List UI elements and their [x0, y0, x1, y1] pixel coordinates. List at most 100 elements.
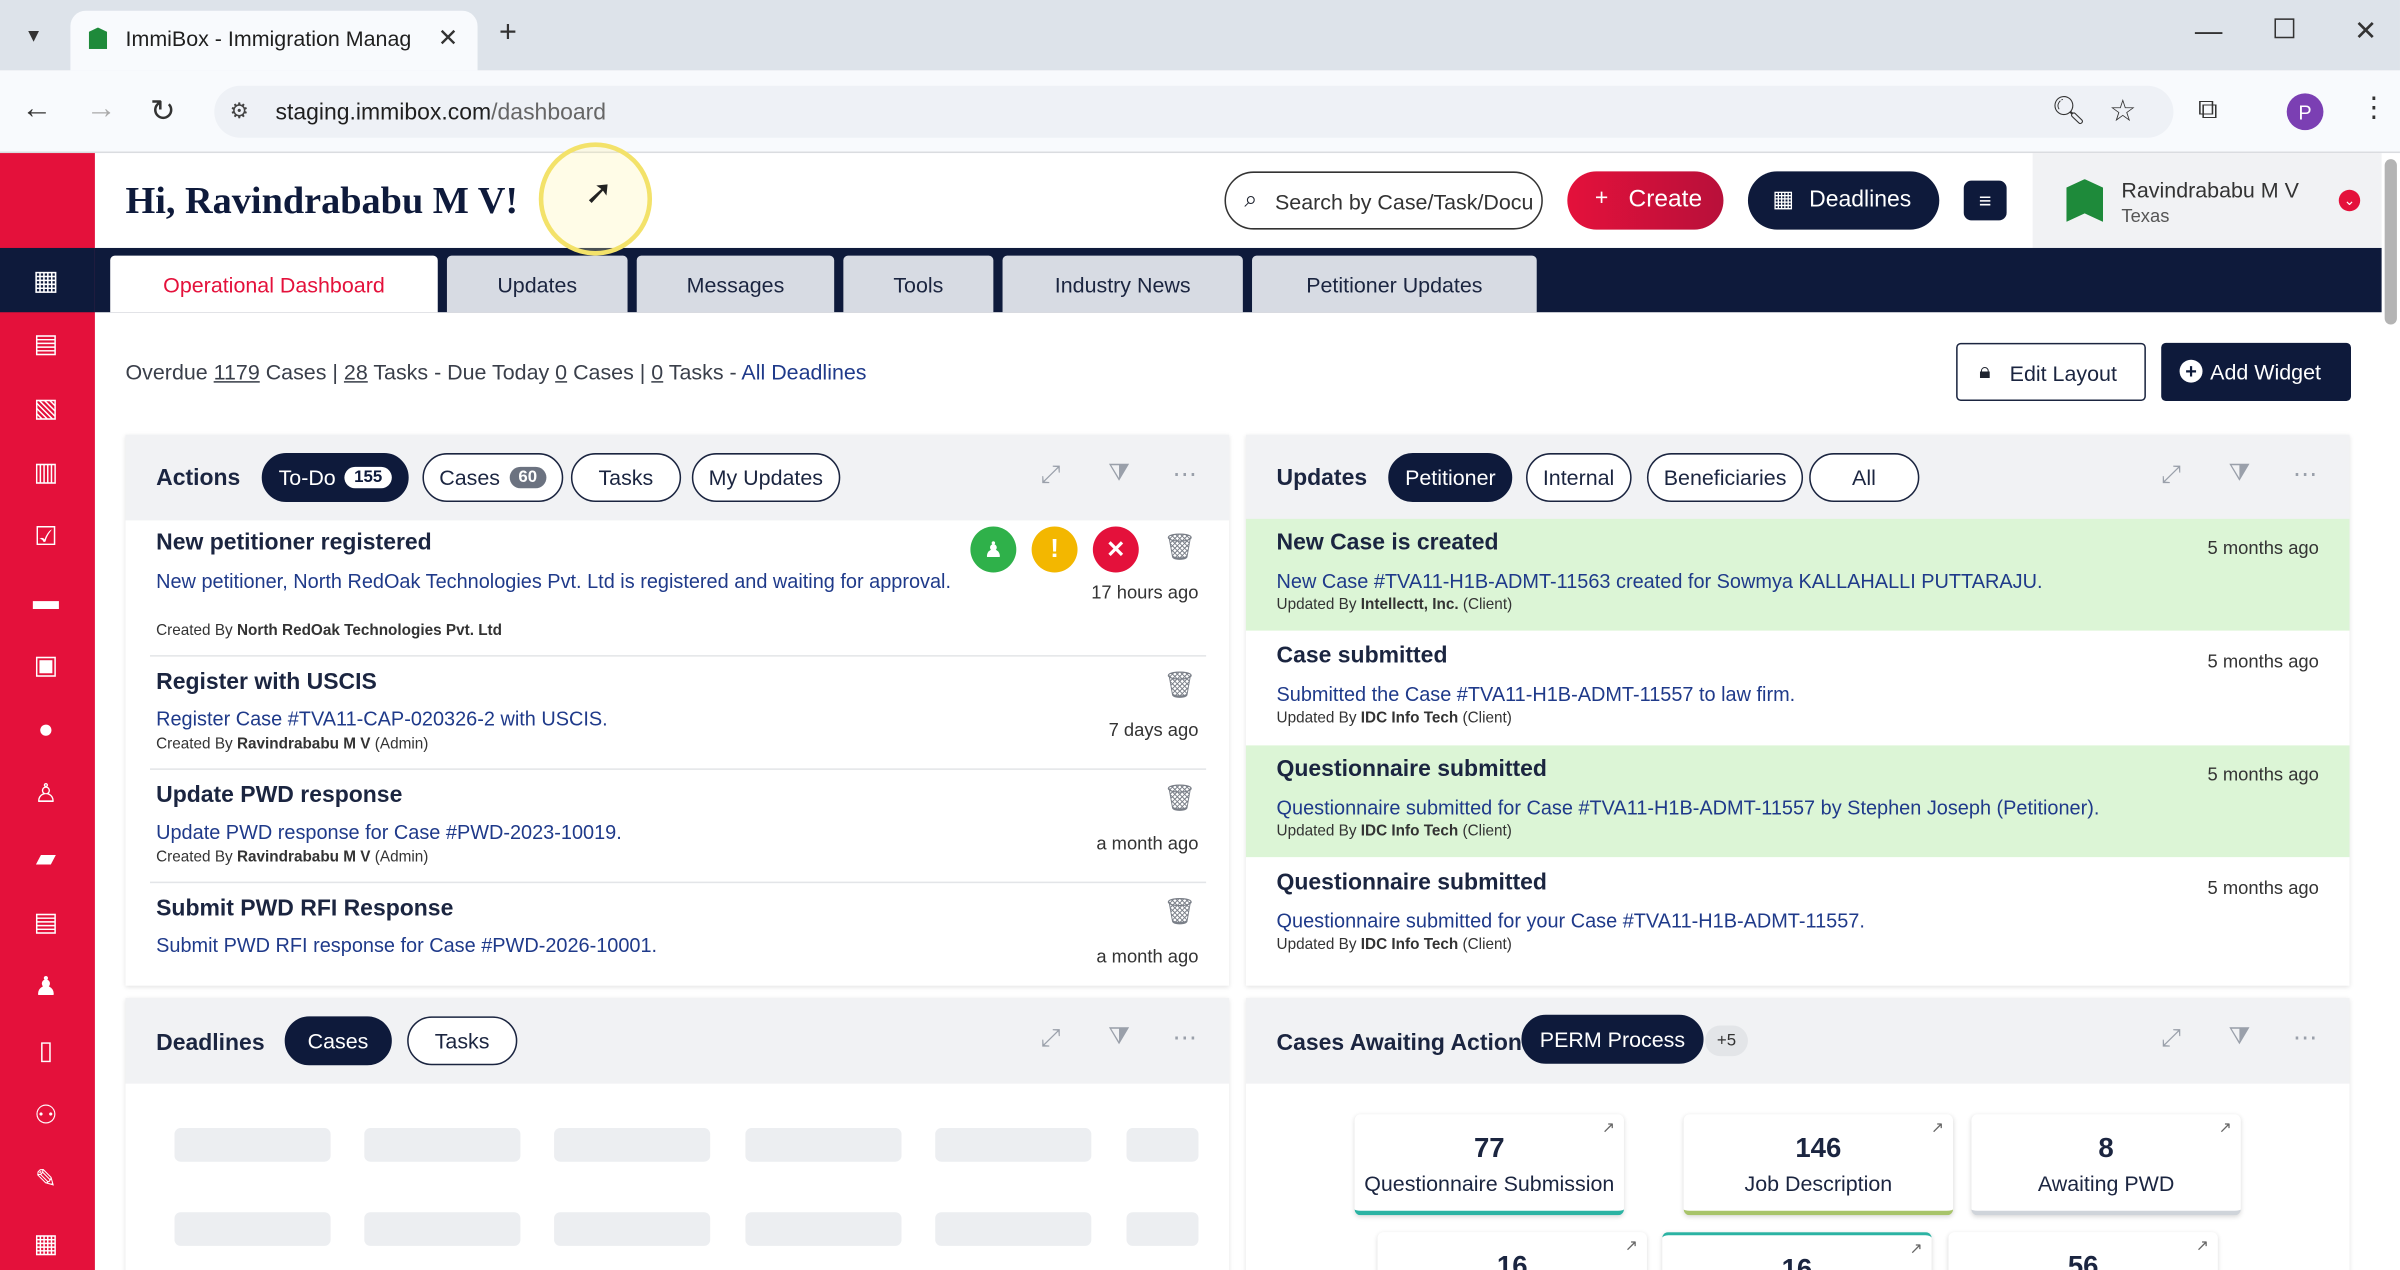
calendar-settings-icon[interactable]: ▦	[26, 1224, 66, 1264]
create-button[interactable]: + Create	[1567, 171, 1724, 230]
tab-cases[interactable]: Cases 60	[422, 453, 564, 503]
tab-messages[interactable]: Messages	[636, 255, 835, 313]
tab-petitioner-updates[interactable]: Petitioner Updates	[1252, 255, 1537, 313]
tab-beneficiaries[interactable]: Beneficiaries	[1646, 453, 1804, 503]
expand-icon[interactable]: ⤢	[1041, 1026, 1061, 1054]
tab-deadline-tasks[interactable]: Tasks	[407, 1016, 518, 1066]
deadlines-button[interactable]: ▦ Deadlines	[1747, 171, 1940, 230]
tab-industry-news[interactable]: Industry News	[1002, 255, 1243, 313]
notes-icon[interactable]: ▤	[26, 903, 66, 943]
tab-my-updates[interactable]: My Updates	[691, 453, 840, 503]
update-time: 5 months ago	[2207, 537, 2319, 559]
clipboard-icon[interactable]: ▣	[26, 646, 66, 686]
expand-icon[interactable]: ⤢	[2161, 1026, 2181, 1054]
status-tile[interactable]: ↗ 16	[1662, 1232, 1932, 1270]
profile-avatar[interactable]: P	[2286, 93, 2324, 131]
update-title[interactable]: Questionnaire submitted	[1277, 869, 1547, 895]
team-icon[interactable]: ⚇	[26, 1096, 66, 1136]
zoom-icon[interactable]: 🔍︎	[2051, 95, 2086, 127]
action-title[interactable]: Submit PWD RFI Response	[156, 895, 453, 921]
tab-operational-dashboard[interactable]: Operational Dashboard	[110, 255, 438, 313]
filter-icon[interactable]: ⧩	[1108, 1024, 1130, 1052]
delete-icon[interactable]: 🗑︎	[1163, 670, 1196, 701]
overdue-tasks-link[interactable]: 28	[344, 360, 368, 384]
overdue-cases-link[interactable]: 1179	[214, 360, 260, 384]
action-title[interactable]: New petitioner registered	[156, 530, 432, 556]
address-bar[interactable]: ⚙ staging.immibox.com/dashboard	[214, 85, 2174, 138]
reports-icon[interactable]: ▯	[26, 1032, 66, 1072]
reject-icon[interactable]: ✕	[1092, 526, 1139, 573]
dashboard-icon[interactable]: ▦	[26, 260, 66, 300]
due-cases-link[interactable]: 0	[555, 360, 567, 384]
tab-close-icon[interactable]: ✕	[438, 23, 459, 54]
process-selector[interactable]: PERM Process	[1521, 1014, 1704, 1064]
browser-tab[interactable]: ImmiBox - Immigration Manag ✕	[70, 10, 478, 71]
action-title[interactable]: Update PWD response	[156, 782, 402, 808]
update-title[interactable]: Case submitted	[1277, 643, 1448, 669]
expand-icon[interactable]: ⤢	[1041, 462, 1061, 490]
tile-count: 56	[2067, 1250, 2099, 1270]
filter-icon[interactable]: ⧩	[2229, 461, 2251, 489]
tab-search-icon[interactable]: ▼	[15, 18, 52, 52]
status-tile[interactable]: ↗ 146 Job Description	[1683, 1114, 1954, 1216]
more-icon[interactable]: ⋯	[1172, 1022, 1196, 1053]
tab-deadline-cases[interactable]: Cases	[284, 1016, 392, 1066]
edit-icon[interactable]: ✎	[26, 1160, 66, 1200]
tab-todo[interactable]: To-Do 155	[261, 453, 409, 503]
browser-menu-icon[interactable]: ⋮	[2360, 92, 2388, 124]
bookmark-star-icon[interactable]: ☆	[2109, 92, 2136, 130]
delete-icon[interactable]: 🗑︎	[1163, 533, 1196, 564]
delete-icon[interactable]: 🗑︎	[1163, 897, 1196, 928]
messages-icon[interactable]: ≡	[1963, 180, 2007, 221]
tab-all[interactable]: All	[1809, 453, 1919, 503]
chat-icon[interactable]: ▬	[26, 582, 66, 622]
forward-icon[interactable]: →	[86, 92, 117, 127]
user-icon[interactable]: ●	[26, 710, 66, 750]
delete-icon[interactable]: 🗑︎	[1163, 784, 1196, 815]
overdue-summary: Overdue 1179 Cases | 28 Tasks - Due Toda…	[126, 360, 867, 384]
window-close-icon[interactable]: ✕	[2354, 15, 2377, 47]
filter-icon[interactable]: ⧩	[2229, 1024, 2251, 1052]
edit-layout-button[interactable]: 🔒︎ Edit Layout	[1956, 342, 2146, 402]
tab-internal[interactable]: Internal	[1526, 453, 1632, 503]
more-icon[interactable]: ⋯	[2293, 1022, 2317, 1053]
more-processes-badge[interactable]: +5	[1705, 1025, 1748, 1057]
tab-tools[interactable]: Tools	[843, 255, 994, 313]
more-icon[interactable]: ⋯	[2293, 459, 2317, 490]
status-tile[interactable]: ↗ 16	[1377, 1232, 1647, 1270]
minimize-icon[interactable]: —	[2195, 15, 2223, 47]
approve-icon[interactable]: ♟	[970, 526, 1017, 573]
tab-updates[interactable]: Updates	[446, 255, 628, 313]
update-title[interactable]: Questionnaire submitted	[1277, 756, 1547, 782]
due-tasks-link[interactable]: 0	[651, 360, 663, 384]
back-icon[interactable]: ←	[21, 92, 52, 127]
site-info-icon[interactable]: ⚙	[230, 98, 249, 124]
checklist-icon[interactable]: ☑	[26, 517, 66, 557]
documents-icon[interactable]: ▧	[26, 389, 66, 429]
forms-icon[interactable]: ▥	[26, 453, 66, 493]
tab-tasks[interactable]: Tasks	[570, 453, 681, 503]
restore-icon[interactable]	[2274, 18, 2295, 39]
page-scrollbar[interactable]	[2384, 159, 2397, 325]
extensions-icon[interactable]: ⧉	[2198, 93, 2218, 125]
contact-icon[interactable]: ♟	[26, 967, 66, 1007]
folder-icon[interactable]: ▰	[26, 839, 66, 879]
filter-icon[interactable]: ⧩	[1108, 461, 1130, 489]
status-tile[interactable]: ↗ 77 Questionnaire Submission	[1354, 1114, 1624, 1216]
global-search[interactable]: ⌕ Search by Case/Task/Document	[1224, 171, 1543, 230]
status-tile[interactable]: ↗ 8 Awaiting PWD	[1971, 1114, 2241, 1216]
person-icon[interactable]: ♙	[26, 774, 66, 814]
update-title[interactable]: New Case is created	[1277, 530, 1499, 556]
warning-icon[interactable]: !	[1031, 526, 1078, 573]
tab-petitioner[interactable]: Petitioner	[1388, 453, 1513, 503]
all-deadlines-link[interactable]: All Deadlines	[741, 360, 866, 384]
status-tile[interactable]: ↗ 56	[1948, 1232, 2218, 1270]
expand-icon[interactable]: ⤢	[2161, 462, 2181, 490]
cases-icon[interactable]: ▤	[26, 324, 66, 364]
user-menu[interactable]: Ravindrababu M V Texas ⌄	[2032, 153, 2382, 248]
new-tab-icon[interactable]: +	[499, 15, 517, 50]
reload-icon[interactable]: ↻	[150, 92, 176, 130]
more-icon[interactable]: ⋯	[1172, 459, 1196, 490]
add-widget-button[interactable]: + Add Widget	[2161, 342, 2352, 402]
action-title[interactable]: Register with USCIS	[156, 669, 377, 695]
